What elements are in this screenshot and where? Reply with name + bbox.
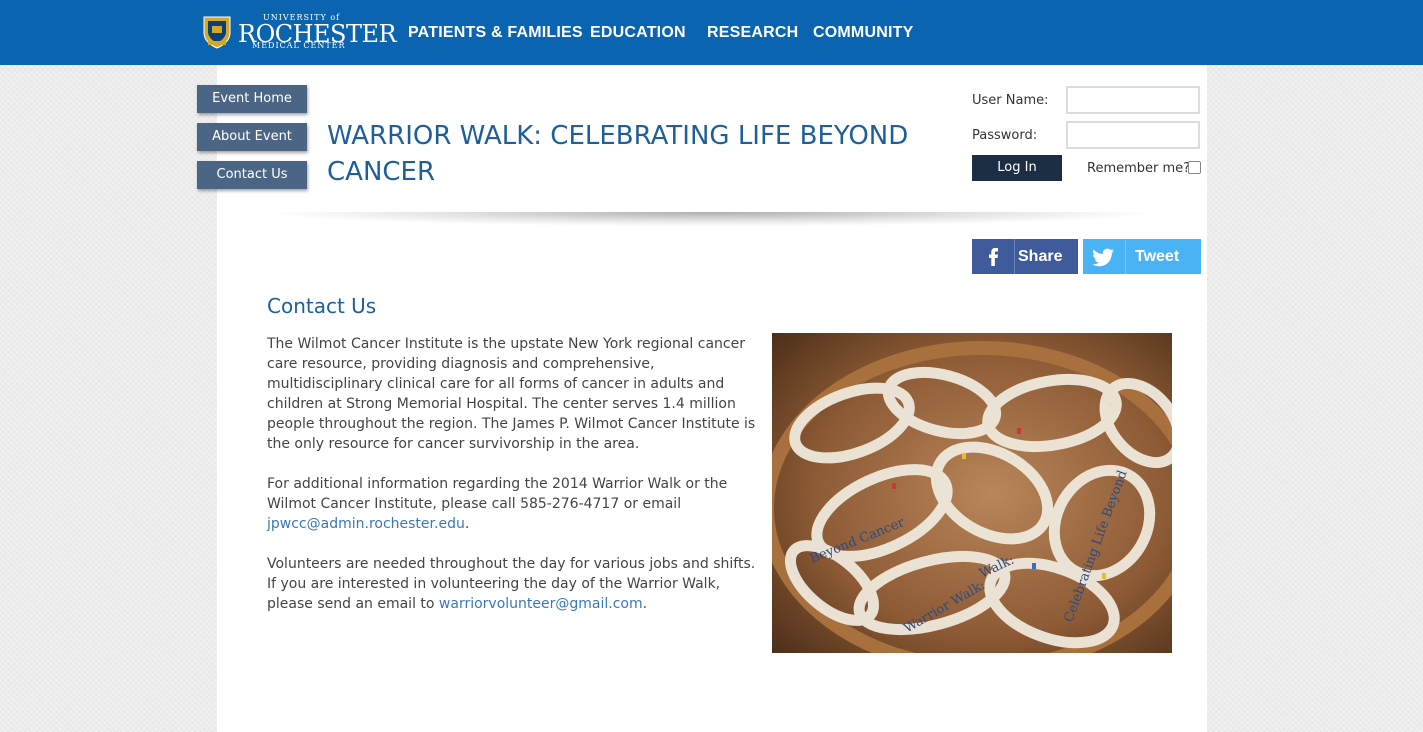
- email-link-warriorvolunteer[interactable]: warriorvolunteer@gmail.com: [439, 596, 643, 612]
- page-title: WARRIOR WALK: CELEBRATING LIFE BEYOND CA…: [327, 121, 909, 187]
- remember-me-checkbox[interactable]: [1188, 161, 1201, 174]
- remember-me-label: Remember me?: [1087, 161, 1191, 176]
- sidebar-item-about-event[interactable]: About Event: [197, 123, 307, 151]
- facebook-share-button[interactable]: Share: [972, 239, 1078, 274]
- urmc-logo[interactable]: UNIVERSITY of ROCHESTER MEDICAL CENTER: [202, 13, 397, 53]
- logo-line-medical-center: MEDICAL CENTER: [252, 41, 346, 50]
- twitter-bird-icon: [1092, 248, 1114, 267]
- additional-info-end: .: [464, 516, 470, 532]
- wristbands-photo: Celebrating Life Beyond Beyond Cancer Wa…: [772, 333, 1172, 653]
- login-button[interactable]: Log In: [972, 155, 1062, 181]
- header-divider-shadow: [275, 212, 1150, 226]
- nav-research[interactable]: RESEARCH: [707, 24, 798, 42]
- shield-logo-icon: [203, 16, 231, 49]
- additional-info-paragraph: For additional information regarding the…: [267, 474, 762, 534]
- nav-patients-families[interactable]: PATIENTS & FAMILIES: [408, 24, 583, 42]
- additional-info-text: For additional information regarding the…: [267, 476, 728, 512]
- password-field[interactable]: [1066, 121, 1200, 149]
- volunteers-paragraph: Volunteers are needed throughout the day…: [267, 554, 762, 614]
- password-label: Password:: [972, 128, 1038, 143]
- twitter-tweet-label: Tweet: [1135, 248, 1180, 265]
- wilmot-description-paragraph: The Wilmot Cancer Institute is the upsta…: [267, 336, 756, 452]
- wristbands-photo-graphic: Celebrating Life Beyond Beyond Cancer Wa…: [772, 333, 1172, 653]
- sidebar-item-contact-us[interactable]: Contact Us: [197, 161, 307, 189]
- facebook-share-label: Share: [1018, 248, 1063, 265]
- contact-us-heading: Contact Us: [267, 294, 377, 318]
- nav-education[interactable]: EDUCATION: [590, 24, 686, 42]
- facebook-divider: [1014, 239, 1015, 274]
- sidebar-item-event-home[interactable]: Event Home: [197, 85, 307, 113]
- nav-community[interactable]: COMMUNITY: [813, 24, 913, 42]
- twitter-tweet-button[interactable]: Tweet: [1083, 239, 1201, 274]
- email-link-jpwcc[interactable]: jpwcc@admin.rochester.edu: [267, 516, 465, 532]
- twitter-divider: [1125, 239, 1126, 274]
- facebook-icon: [989, 248, 998, 266]
- username-label: User Name:: [972, 93, 1049, 108]
- top-navigation-bar: UNIVERSITY of ROCHESTER MEDICAL CENTER P…: [0, 0, 1423, 65]
- username-field[interactable]: [1066, 86, 1200, 114]
- volunteers-end: .: [642, 596, 648, 612]
